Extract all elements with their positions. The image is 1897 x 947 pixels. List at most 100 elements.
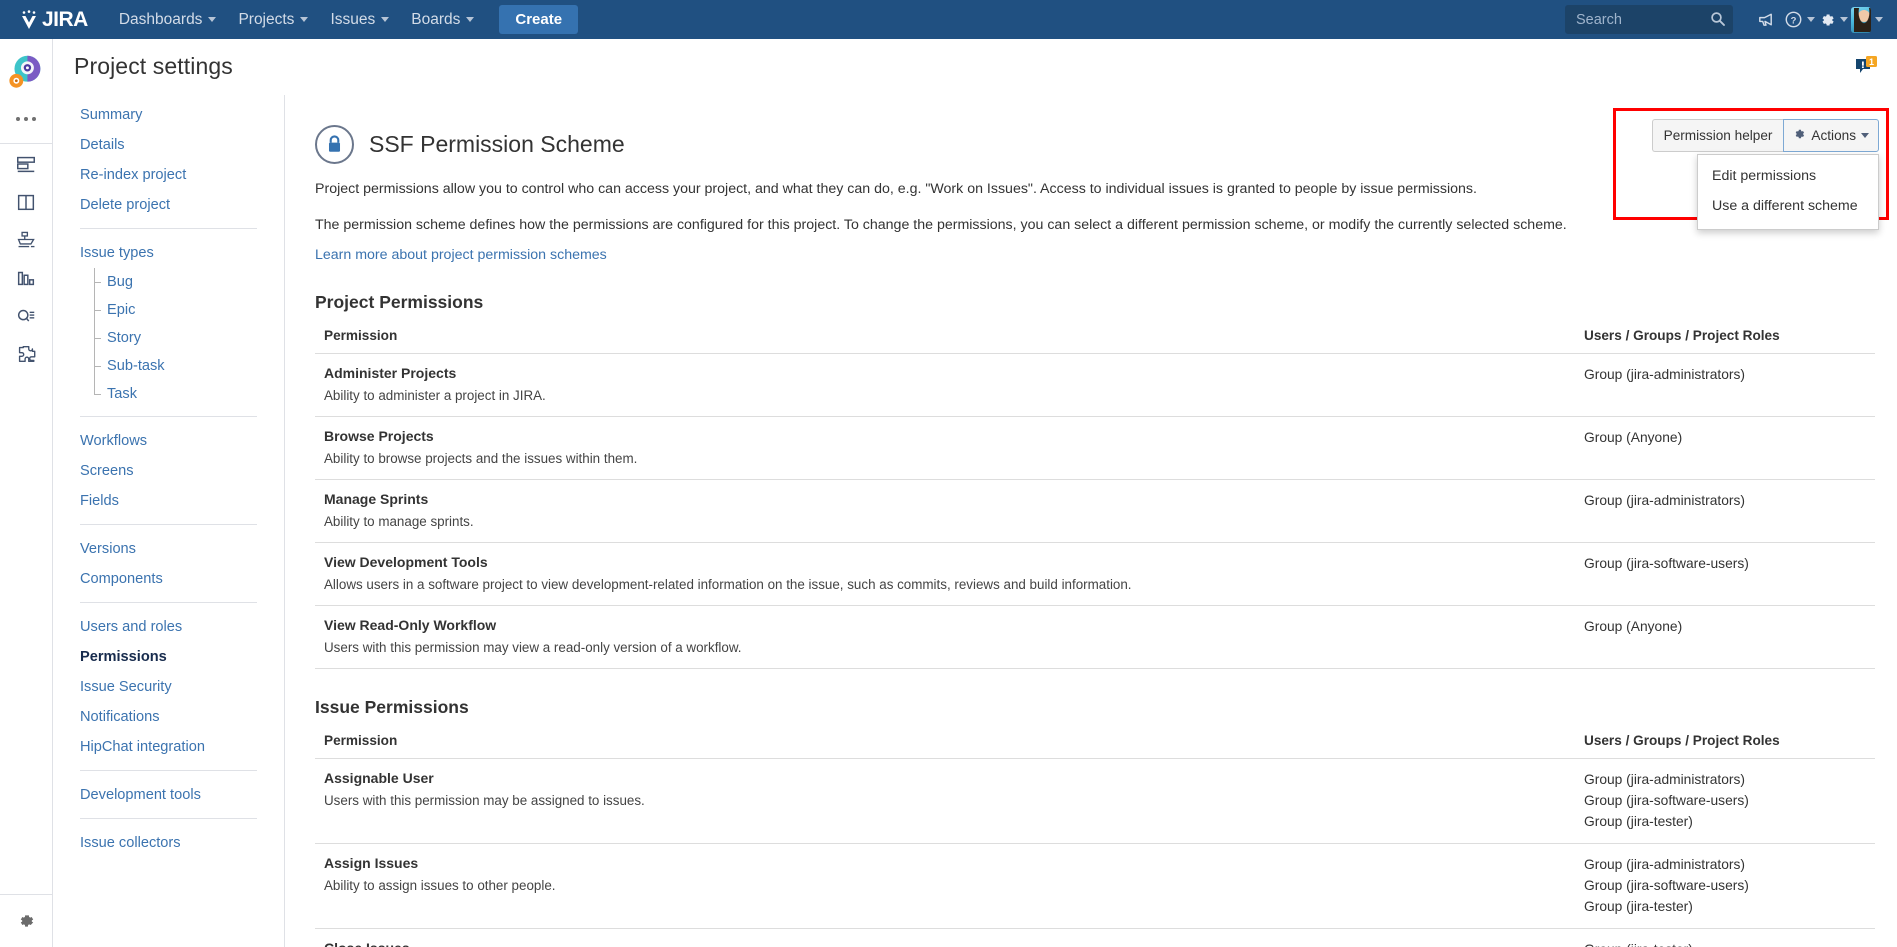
permission-description: Users with this permission may view a re… bbox=[324, 640, 742, 656]
rail-more-menu[interactable] bbox=[0, 108, 52, 130]
table-row: Assign Issues Ability to assign issues t… bbox=[315, 843, 1875, 930]
scheme-description-1: Project permissions allow you to control… bbox=[315, 181, 1477, 197]
sidebar-item-users-and-roles[interactable]: Users and roles bbox=[53, 612, 284, 642]
learn-more-link[interactable]: Learn more about project permission sche… bbox=[315, 247, 607, 263]
table-row: View Read-Only Workflow Users with this … bbox=[315, 605, 1875, 670]
sidebar-item-workflows[interactable]: Workflows bbox=[53, 426, 284, 456]
permission-helper-button[interactable]: Permission helper bbox=[1651, 119, 1784, 152]
permission-cell: View Read-Only Workflow Users with this … bbox=[315, 605, 1575, 670]
svg-text:?: ? bbox=[1790, 15, 1796, 26]
permission-cell: Manage Sprints Ability to manage sprints… bbox=[315, 479, 1575, 544]
sidebar-item-versions[interactable]: Versions bbox=[53, 534, 284, 564]
column-header-users-groups-roles: Users / Groups / Project Roles bbox=[1575, 733, 1875, 760]
permission-description: Users with this permission may be assign… bbox=[324, 793, 645, 809]
groups-cell: Group (Anyone) bbox=[1575, 416, 1875, 481]
backlog-icon[interactable] bbox=[0, 145, 53, 182]
board-columns-icon[interactable] bbox=[0, 183, 53, 220]
sidebar-item-details[interactable]: Details bbox=[53, 130, 284, 160]
group-entry: Group (jira-tester) bbox=[1584, 939, 1875, 947]
help-icon[interactable]: ? bbox=[1783, 5, 1815, 35]
megaphone-icon[interactable] bbox=[1749, 5, 1781, 35]
nav-item-boards-label: Boards bbox=[411, 10, 461, 28]
lock-icon bbox=[315, 125, 354, 164]
feedback-notification-icon[interactable]: 1 bbox=[1853, 54, 1879, 80]
create-button[interactable]: Create bbox=[499, 5, 579, 34]
settings-gear-icon[interactable] bbox=[1817, 5, 1849, 35]
user-avatar-menu[interactable] bbox=[1851, 5, 1883, 35]
groups-cell: Group (jira-administrators) Group (jira-… bbox=[1575, 843, 1875, 930]
chevron-down-icon bbox=[1861, 133, 1869, 138]
sidebar-divider bbox=[80, 416, 257, 417]
nav-item-issues[interactable]: Issues bbox=[319, 2, 400, 38]
permission-name: Assign Issues bbox=[324, 855, 419, 872]
jira-logo[interactable]: JIRA bbox=[18, 9, 88, 31]
permission-name: Close Issues bbox=[324, 939, 1575, 947]
sidebar-item-reindex-project[interactable]: Re-index project bbox=[53, 160, 284, 190]
nav-item-dashboards[interactable]: Dashboards bbox=[108, 2, 228, 38]
sidebar-item-summary[interactable]: Summary bbox=[53, 100, 284, 130]
reports-chart-icon[interactable] bbox=[0, 259, 53, 296]
nav-item-projects[interactable]: Projects bbox=[227, 2, 319, 38]
group-entry: Group (jira-administrators) bbox=[1584, 493, 1746, 509]
sidebar-item-hipchat-integration[interactable]: HipChat integration bbox=[53, 732, 284, 762]
sidebar-subitem-bug[interactable]: Bug bbox=[53, 268, 284, 296]
group-entry: Group (jira-administrators) bbox=[1584, 857, 1746, 873]
project-settings-gear-icon[interactable] bbox=[0, 894, 53, 947]
chevron-down-icon bbox=[1875, 17, 1883, 22]
sidebar-item-issue-collectors[interactable]: Issue collectors bbox=[53, 828, 284, 858]
permission-description: Allows users in a software project to vi… bbox=[324, 577, 1132, 593]
releases-ship-icon[interactable] bbox=[0, 221, 53, 258]
groups-cell: Group (jira-administrators) Group (jira-… bbox=[1575, 758, 1875, 845]
dot bbox=[24, 117, 28, 121]
menu-item-use-a-different-scheme[interactable]: Use a different scheme bbox=[1698, 191, 1878, 221]
actions-dropdown-button[interactable]: Actions bbox=[1783, 119, 1879, 152]
sidebar-item-permissions[interactable]: Permissions bbox=[53, 642, 284, 672]
table-row: View Development Tools Allows users in a… bbox=[315, 542, 1875, 607]
section-title-project-permissions: Project Permissions bbox=[315, 292, 484, 313]
page-title: Project settings bbox=[74, 53, 233, 79]
chevron-down-icon bbox=[1806, 17, 1815, 22]
sidebar-subitem-task[interactable]: Task bbox=[53, 380, 284, 408]
permission-description: Ability to administer a project in JIRA. bbox=[324, 388, 546, 404]
search-icon[interactable] bbox=[1710, 11, 1726, 27]
project-avatar[interactable] bbox=[8, 53, 45, 90]
nav-item-projects-label: Projects bbox=[238, 10, 295, 28]
feedback-badge-count: 1 bbox=[1869, 57, 1874, 67]
sidebar-item-screens[interactable]: Screens bbox=[53, 456, 284, 486]
nav-item-boards[interactable]: Boards bbox=[400, 2, 485, 38]
table-row: Manage Sprints Ability to manage sprints… bbox=[315, 479, 1875, 544]
top-navigation-bar: JIRA Dashboards Projects Issues Boards C… bbox=[0, 0, 1897, 39]
sidebar-item-development-tools[interactable]: Development tools bbox=[53, 780, 284, 810]
search-input[interactable] bbox=[1565, 5, 1733, 34]
permission-cell: View Development Tools Allows users in a… bbox=[315, 542, 1575, 607]
chevron-down-icon bbox=[1840, 17, 1848, 22]
dot bbox=[16, 117, 20, 121]
group-entry: Group (jira-software-users) bbox=[1584, 556, 1749, 572]
issues-search-icon[interactable] bbox=[0, 297, 53, 334]
sidebar-subitem-sub-task[interactable]: Sub-task bbox=[53, 352, 284, 380]
permission-name: Manage Sprints bbox=[324, 491, 429, 508]
scheme-description-2: The permission scheme defines how the pe… bbox=[315, 216, 1567, 233]
menu-item-edit-permissions[interactable]: Edit permissions bbox=[1698, 161, 1878, 191]
sidebar-subitem-story[interactable]: Story bbox=[53, 324, 284, 352]
section-title-issue-permissions: Issue Permissions bbox=[315, 697, 469, 718]
sidebar-item-components[interactable]: Components bbox=[53, 564, 284, 594]
groups-cell: Group (jira-administrators) bbox=[1575, 353, 1875, 418]
sidebar-divider bbox=[80, 228, 257, 229]
column-header-permission: Permission bbox=[315, 328, 1575, 355]
sidebar-item-issue-types[interactable]: Issue types bbox=[53, 238, 284, 268]
add-ons-puzzle-icon[interactable] bbox=[0, 335, 53, 372]
sidebar-subitem-epic[interactable]: Epic bbox=[53, 296, 284, 324]
chevron-down-icon bbox=[208, 17, 217, 22]
jira-logo-mark bbox=[18, 9, 40, 31]
sidebar-item-notifications[interactable]: Notifications bbox=[53, 702, 284, 732]
top-nav-right-group: ? bbox=[1565, 5, 1883, 35]
permission-cell: Browse Projects Ability to browse projec… bbox=[315, 416, 1575, 481]
nav-item-dashboards-label: Dashboards bbox=[118, 10, 203, 28]
sidebar-item-fields[interactable]: Fields bbox=[53, 486, 284, 516]
column-header-users-groups-roles: Users / Groups / Project Roles bbox=[1575, 328, 1875, 355]
sidebar-item-issue-security[interactable]: Issue Security bbox=[53, 672, 284, 702]
sidebar-item-delete-project[interactable]: Delete project bbox=[53, 190, 284, 220]
actions-button-label: Actions bbox=[1811, 128, 1856, 143]
actions-dropdown-menu: Edit permissions Use a different scheme bbox=[1697, 154, 1879, 230]
